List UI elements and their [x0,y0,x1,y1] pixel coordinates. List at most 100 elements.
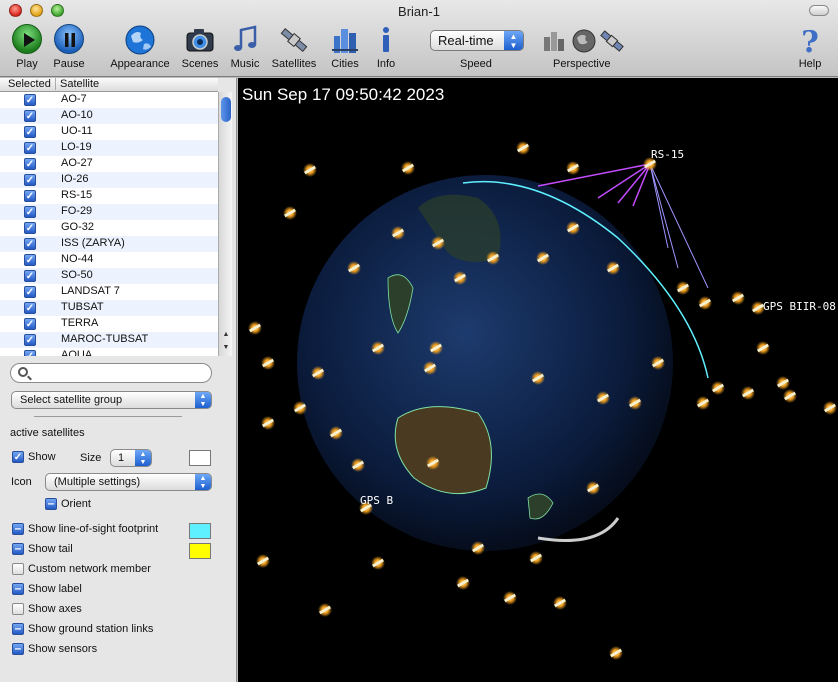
pause-button[interactable]: Pause [50,24,88,70]
row-select-checkbox[interactable]: ✓ [24,142,36,154]
rs15-label[interactable]: RS-15 [651,148,684,161]
size-value: 1 [118,452,125,464]
table-row[interactable]: ✓ MAROC-TUBSAT [0,332,218,348]
help-button[interactable]: ? Help [792,24,828,70]
row-select-checkbox[interactable]: ✓ [24,302,36,314]
tail-checkbox[interactable]: – [12,542,24,556]
section-title: active satellites [10,427,85,439]
ground-links-checkbox[interactable]: – [12,622,24,636]
axes-row[interactable]: Show axes [12,603,82,616]
svg-text:?: ? [801,25,819,56]
table-row[interactable]: ✓ TUBSAT [0,300,218,316]
row-select-checkbox[interactable]: ✓ [24,222,36,234]
table-scrollbar[interactable]: ▲ ▼ [218,92,232,356]
row-select-checkbox[interactable]: ✓ [24,206,36,218]
row-select-checkbox[interactable]: ✓ [24,254,36,266]
satellite-group-value: Select satellite group [20,394,123,406]
row-select-checkbox[interactable]: ✓ [24,174,36,186]
scroll-arrows-icon[interactable]: ▲ ▼ [219,328,233,356]
tail-row[interactable]: – Show tail [12,542,73,556]
row-select-checkbox[interactable]: ✓ [24,286,36,298]
music-button[interactable]: Music [226,24,264,70]
row-select-checkbox[interactable]: ✓ [24,334,36,346]
appearance-button[interactable]: Appearance [106,24,174,70]
row-select-checkbox[interactable]: ✓ [24,94,36,106]
satellite-icon [278,24,310,56]
gps-biir-label[interactable]: GPS BIIR-08 [763,300,836,313]
play-label: Play [16,58,38,70]
table-row[interactable]: ✓ AO-7 [0,92,218,108]
column-selected[interactable]: Selected [8,78,51,90]
size-select[interactable]: 1 ▲ ▼ [110,449,152,467]
row-select-checkbox[interactable]: ✓ [24,126,36,138]
row-select-checkbox[interactable]: ✓ [24,318,36,330]
updown-arrows-icon: ▲ ▼ [135,450,151,466]
table-row[interactable]: ✓ UO-11 [0,124,218,140]
ground-links-row[interactable]: – Show ground station links [12,622,153,636]
simulation-datetime: Sun Sep 17 09:50:42 2023 [242,85,445,104]
table-row[interactable]: ✓ FO-29 [0,204,218,220]
los-footprint-checkbox[interactable]: – [12,522,24,536]
cities-button[interactable]: Cities [325,24,365,70]
row-select-checkbox[interactable]: ✓ [24,190,36,202]
table-row[interactable]: ✓ IO-26 [0,172,218,188]
row-select-checkbox[interactable]: ✓ [24,158,36,170]
footprint-color-swatch[interactable] [189,523,211,539]
globe-viewport[interactable]: Sun Sep 17 09:50:42 2023 RS-15 GPS BIIR-… [238,78,838,682]
satellites-label: Satellites [271,58,317,70]
toolbar-toggle-button[interactable] [809,5,829,16]
satellite-name: UO-11 [61,125,93,137]
custom-network-row[interactable]: Custom network member [12,563,151,576]
play-icon [11,24,43,56]
speed-value: Real-time [438,33,494,48]
row-select-checkbox[interactable]: ✓ [24,110,36,122]
column-satellite[interactable]: Satellite [55,78,99,90]
row-select-checkbox[interactable]: ✓ [24,238,36,250]
scrollbar-thumb[interactable] [221,97,231,122]
orient-checkbox-row[interactable]: – Orient [45,497,91,511]
speed-select[interactable]: Real-time ▲ ▼ [430,30,524,51]
label-row[interactable]: – Show label [12,582,82,596]
scenes-button[interactable]: Scenes [179,24,221,70]
satellite-name: SO-50 [61,269,93,281]
icon-select[interactable]: (Multiple settings) ▲ ▼ [45,473,212,491]
camera-icon [184,24,216,56]
earth-icon[interactable] [571,28,597,57]
orient-checkbox[interactable]: – [45,497,57,511]
table-row[interactable]: ✓ LO-19 [0,140,218,156]
search-icon [18,367,28,377]
show-checkbox[interactable]: ✓ [12,451,24,464]
sensors-row[interactable]: – Show sensors [12,642,97,656]
row-select-checkbox[interactable]: ✓ [24,350,36,356]
table-row[interactable]: ✓ SO-50 [0,268,218,284]
tail-label: Show tail [28,543,73,555]
buildings-icon[interactable] [541,28,567,57]
label-checkbox[interactable]: – [12,582,24,596]
sensors-checkbox[interactable]: – [12,642,24,656]
table-row[interactable]: ✓ GO-32 [0,220,218,236]
satellite-view-icon[interactable] [599,28,625,57]
los-footprint-row[interactable]: – Show line-of-sight footprint [12,522,158,536]
table-row[interactable]: ✓ AO-27 [0,156,218,172]
satellites-button[interactable]: Satellites [268,24,320,70]
table-row[interactable]: ✓ ISS (ZARYA) [0,236,218,252]
show-color-swatch[interactable] [189,450,211,466]
table-row[interactable]: ✓ RS-15 [0,188,218,204]
row-select-checkbox[interactable]: ✓ [24,270,36,282]
satellite-group-select[interactable]: Select satellite group ▲ ▼ [11,391,212,409]
tail-color-swatch[interactable] [189,543,211,559]
table-row[interactable]: ✓ TERRA [0,316,218,332]
globe-icon [124,24,156,56]
play-button[interactable]: Play [8,24,46,70]
table-row[interactable]: ✓ AQUA [0,348,218,356]
search-input[interactable] [10,363,212,383]
custom-network-checkbox[interactable] [12,563,24,576]
table-row[interactable]: ✓ LANDSAT 7 [0,284,218,300]
axes-checkbox[interactable] [12,603,24,616]
satellite-name: TUBSAT [61,301,104,313]
gps-b-label[interactable]: GPS B [360,494,393,507]
info-button[interactable]: Info [370,24,402,70]
table-row[interactable]: ✓ AO-10 [0,108,218,124]
table-row[interactable]: ✓ NO-44 [0,252,218,268]
show-checkbox-row[interactable]: ✓ Show [12,451,56,464]
